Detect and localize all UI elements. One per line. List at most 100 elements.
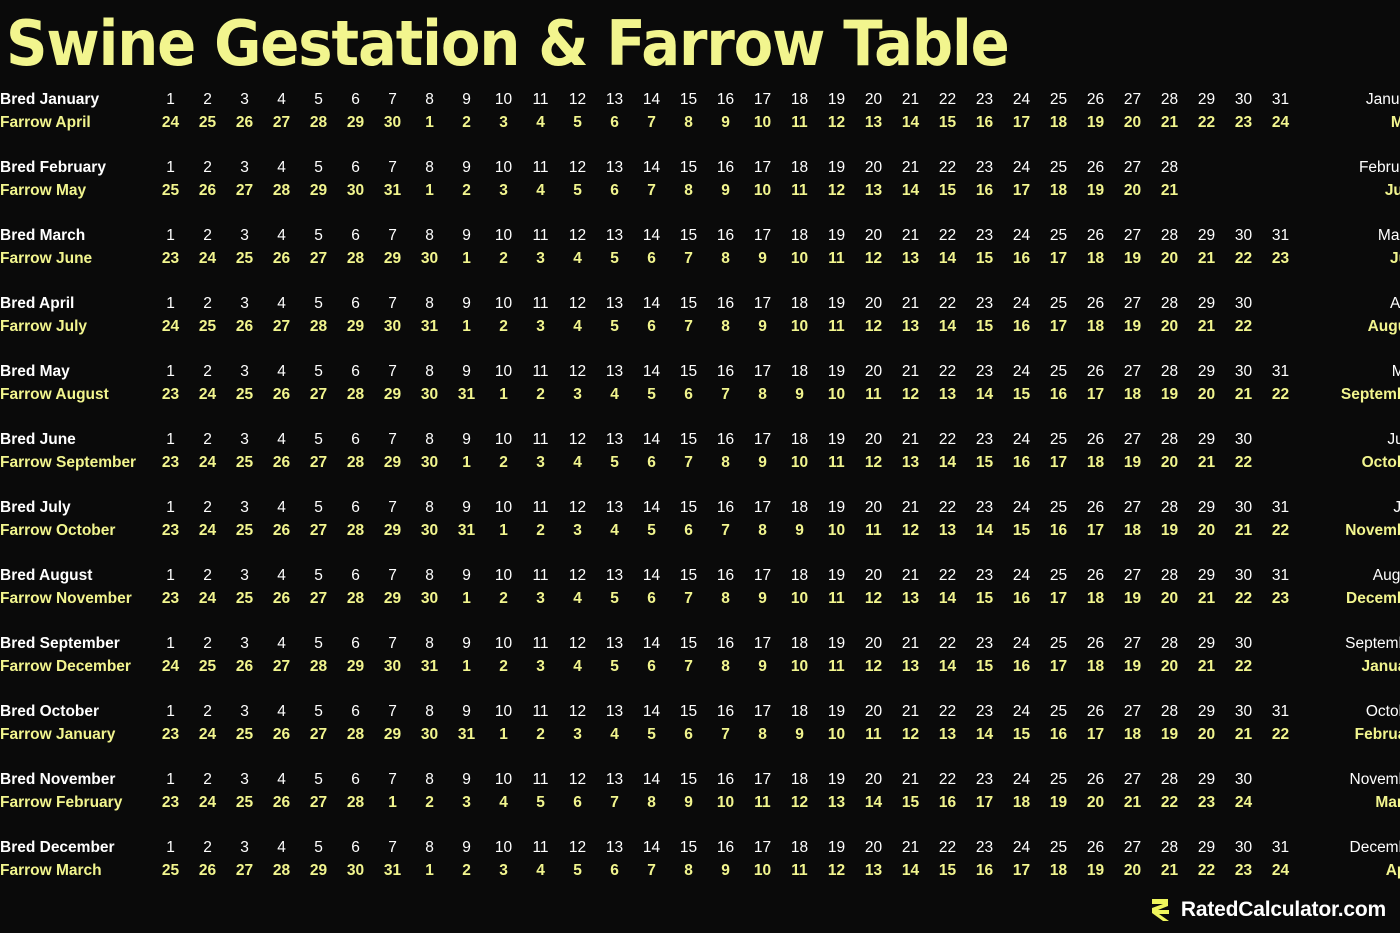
bred-day-cell: 25	[1049, 227, 1068, 244]
farrow-day-cell: 16	[1012, 250, 1031, 267]
farrow-row: Farrow February 23 24 25 26 27 28 1 2 3 4 5 6 7 8 9 10 11…	[0, 791, 1400, 814]
empty-cell	[1188, 156, 1225, 179]
farrow-day-cell: 6	[647, 318, 656, 335]
bred-day-cell: 30	[1234, 295, 1253, 312]
farrow-day-cell: 27	[272, 114, 291, 131]
bred-day-cell: 31	[1271, 567, 1290, 584]
bred-day-cell: 25	[1049, 839, 1068, 856]
bred-day-cell: 9	[462, 431, 471, 448]
bred-day-cell: 24	[1012, 839, 1031, 856]
farrow-day-cell: 16	[1049, 522, 1068, 539]
bred-day-cell: 26	[1086, 703, 1105, 720]
bred-day-cell: 18	[790, 91, 809, 108]
bred-day-cell: 15	[679, 635, 698, 652]
farrow-day-cell: 2	[462, 114, 471, 131]
farrow-day-cell: 15	[975, 250, 994, 267]
page-title: Swine Gestation & Farrow Table	[6, 7, 1010, 80]
empty-cell	[1225, 156, 1262, 179]
bred-day-cell: 29	[1197, 567, 1216, 584]
bred-row: Bred February 1 2 3 4 5 6 7 8 9 10 11 12 13 14 15 16 17 18…	[0, 156, 1400, 179]
bred-row: Bred September 1 2 3 4 5 6 7 8 9 10 11 12 13 14 15 16 17 1…	[0, 632, 1400, 655]
farrow-day-cell: 12	[864, 454, 883, 471]
farrow-day-cell: 28	[346, 794, 365, 811]
bred-day-cell: 16	[716, 363, 735, 380]
farrow-day-cell: 17	[1049, 590, 1068, 607]
farrow-day-cell: 27	[272, 658, 291, 675]
farrow-day-cell: 15	[1012, 386, 1031, 403]
farrow-day-cell: 7	[684, 590, 693, 607]
farrow-day-cell: 21	[1234, 522, 1253, 539]
bred-day-cell: 5	[314, 91, 323, 108]
bred-day-cell: 24	[1012, 567, 1031, 584]
farrow-day-cell: 2	[499, 658, 508, 675]
bred-day-cell: 10	[494, 635, 513, 652]
bred-day-cell: 11	[532, 431, 549, 448]
farrow-day-cell: 1	[425, 182, 434, 199]
bred-day-cell: 22	[938, 839, 957, 856]
farrow-day-cell: 19	[1160, 522, 1179, 539]
farrow-day-cell: 13	[901, 590, 920, 607]
farrow-day-cell: 3	[536, 454, 545, 471]
bred-day-cell: 4	[277, 839, 286, 856]
farrow-day-cell: 30	[420, 590, 439, 607]
bred-month-right-label: February	[1358, 159, 1400, 176]
farrow-day-cell: 11	[828, 590, 845, 607]
bred-day-cell: 31	[1271, 839, 1290, 856]
bred-day-cell: 3	[240, 295, 249, 312]
bred-day-cell: 12	[568, 839, 587, 856]
farrow-day-cell: 28	[309, 658, 328, 675]
farrow-day-cell: 13	[901, 454, 920, 471]
bred-day-cell: 29	[1197, 635, 1216, 652]
farrow-day-cell: 3	[573, 726, 582, 743]
bred-day-cell: 9	[462, 499, 471, 516]
bred-day-cell: 27	[1123, 703, 1142, 720]
bred-day-cell: 17	[753, 295, 772, 312]
bred-day-cell: 2	[203, 295, 212, 312]
farrow-day-cell: 24	[198, 522, 217, 539]
farrow-day-cell: 30	[420, 726, 439, 743]
farrow-day-cell: 17	[1012, 114, 1031, 131]
gestation-farrow-table: Bred January 1 2 3 4 5 6 7 8 9 10 11 12 13 14 15 16 17 18 1…	[0, 88, 1400, 882]
farrow-day-cell: 9	[758, 454, 767, 471]
farrow-day-cell: 8	[758, 386, 767, 403]
bred-day-cell: 8	[425, 567, 434, 584]
farrow-day-cell: 1	[425, 862, 434, 879]
farrow-day-cell: 30	[420, 250, 439, 267]
bred-day-cell: 10	[494, 363, 513, 380]
bred-day-cell: 5	[314, 159, 323, 176]
bred-day-cell: 13	[605, 635, 624, 652]
bred-day-cell: 16	[716, 295, 735, 312]
farrow-row: Farrow April 24 25 26 27 28 29 30 1 2 3 4 5 6 7 8 9 10 11 1…	[0, 111, 1400, 134]
bred-day-cell: 6	[351, 363, 360, 380]
bred-day-cell: 4	[277, 499, 286, 516]
bred-day-cell: 21	[901, 635, 920, 652]
bred-day-cell: 28	[1160, 227, 1179, 244]
bred-day-cell: 7	[388, 363, 397, 380]
bred-day-cell: 15	[679, 771, 698, 788]
farrow-day-cell: 26	[198, 862, 217, 879]
farrow-day-cell: 23	[161, 590, 180, 607]
farrow-day-cell: 28	[346, 522, 365, 539]
bred-day-cell: 5	[314, 703, 323, 720]
bred-day-cell: 10	[494, 91, 513, 108]
farrow-day-cell: 17	[1086, 522, 1105, 539]
bred-day-cell: 10	[494, 499, 513, 516]
bred-month-label: Bred April	[0, 295, 75, 312]
bred-day-cell: 19	[827, 771, 846, 788]
farrow-day-cell: 17	[975, 794, 994, 811]
bred-day-cell: 7	[388, 295, 397, 312]
bred-day-cell: 25	[1049, 499, 1068, 516]
farrow-day-cell: 7	[721, 726, 730, 743]
farrow-day-cell: 23	[161, 522, 180, 539]
farrow-day-cell: 29	[383, 250, 402, 267]
farrow-day-cell: 18	[1086, 454, 1105, 471]
farrow-day-cell: 4	[536, 114, 545, 131]
farrow-month-label: Farrow December	[0, 658, 131, 675]
farrow-day-cell: 28	[346, 726, 365, 743]
bred-day-cell: 23	[975, 295, 994, 312]
bred-day-cell: 15	[679, 363, 698, 380]
bred-day-cell: 13	[605, 227, 624, 244]
farrow-day-cell: 20	[1160, 590, 1179, 607]
farrow-day-cell: 21	[1197, 250, 1216, 267]
bred-day-cell: 3	[240, 363, 249, 380]
